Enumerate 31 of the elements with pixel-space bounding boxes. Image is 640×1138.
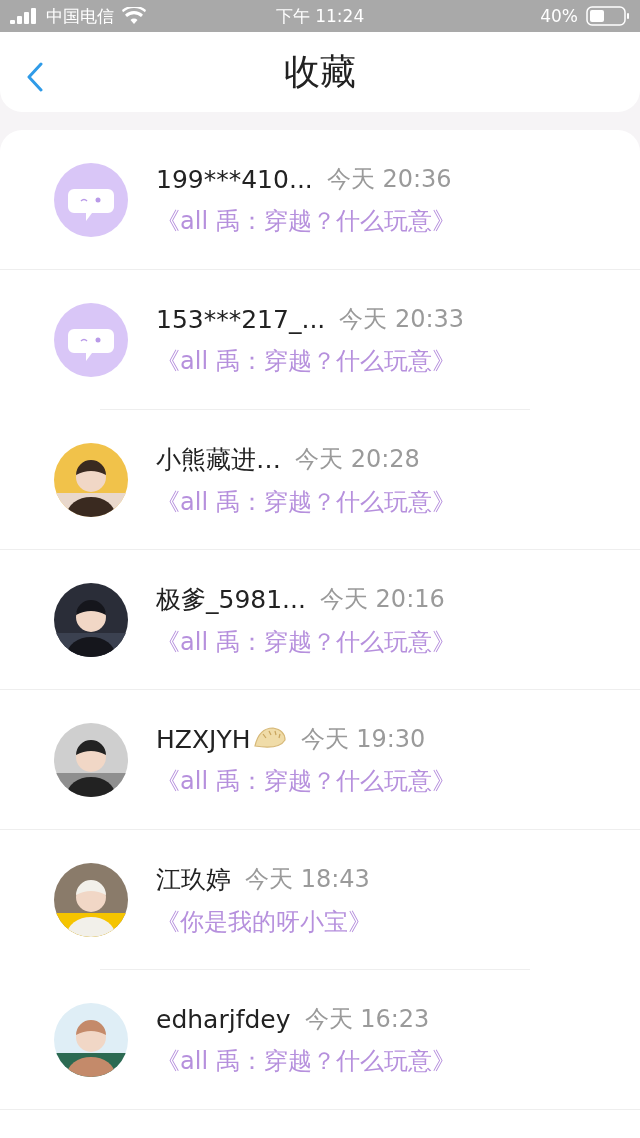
user-name: 江玖婷 [156,863,231,896]
default-avatar-icon [54,303,128,377]
page-title: 收藏 [284,49,356,94]
item-time: 今天 20:16 [319,584,445,615]
user-name: edharjfdey [156,1004,291,1034]
back-icon [26,62,44,92]
item-time: 今天 20:28 [295,444,420,475]
status-time: 下午 11:24 [275,4,365,28]
item-time: 今天 19:30 [300,724,426,755]
item-time: 今天 20:36 [326,164,452,195]
carrier-name: 中国电信 [46,4,114,28]
favorite-item[interactable]: 199***410... 今天 20:36 《all 禹：穿越？什么玩意》 [0,130,640,270]
favorite-item[interactable]: HZXJYH 今天 19:30 《all 禹：穿越？什么玩意》 [0,690,640,830]
favorite-item[interactable]: 极爹_5981... 今天 20:16 《all 禹：穿越？什么玩意》 [0,550,640,690]
favorite-item[interactable]: 153***217_... 今天 20:33 《all 禹：穿越？什么玩意》 [0,270,640,410]
item-time: 今天 18:43 [245,864,370,895]
battery-percent: 40% [540,6,578,26]
battery-icon [586,6,630,26]
user-name: HZXJYH [156,724,251,754]
user-name: 199***410... [156,164,313,194]
signal-icon [10,8,38,24]
favorite-item[interactable]: 江玖婷 今天 18:43 《你是我的呀小宝》 [0,830,640,970]
item-time: 今天 16:23 [304,1004,430,1035]
user-name: 小熊藏进… [156,443,281,476]
item-time: 今天 20:33 [339,304,465,335]
favorite-item[interactable]: edharjfdey 今天 16:23 《all 禹：穿越？什么玩意》 [0,970,640,1110]
user-name: 极爹_5981... [156,583,306,616]
favorite-item[interactable]: 小熊藏进… 今天 20:28 《all 禹：穿越？什么玩意》 [0,410,640,550]
wifi-icon [122,7,146,25]
user-name: 153***217_... [156,304,326,334]
default-avatar-icon [54,163,128,237]
